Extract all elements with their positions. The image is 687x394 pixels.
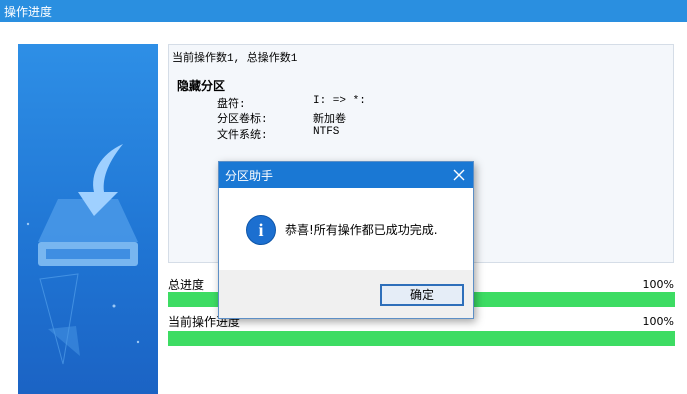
ok-button[interactable]: 确定 — [380, 284, 464, 306]
drive-letter-label: 盘符: — [217, 99, 246, 111]
current-progress-bar — [168, 331, 675, 346]
volume-label-value: 新加卷 — [313, 114, 346, 126]
dialog-title: 分区助手 — [225, 169, 274, 183]
window-titlebar: 操作进度 — [0, 0, 687, 22]
section-title: 隐藏分区 — [177, 79, 226, 93]
window-title: 操作进度 — [4, 5, 53, 19]
close-button[interactable] — [445, 162, 473, 188]
drive-letter-value: I: => *: — [313, 95, 366, 107]
file-system-value: NTFS — [313, 126, 340, 138]
total-progress-percent: 100% — [642, 278, 674, 291]
close-icon — [453, 169, 465, 181]
dialog-message: 恭喜!所有操作都已成功完成. — [285, 223, 438, 237]
current-progress-percent: 100% — [642, 315, 674, 328]
current-progress-fill — [168, 331, 675, 346]
dialog-footer: 确定 — [219, 270, 473, 318]
total-progress-label: 总进度 — [168, 278, 205, 292]
file-system-label: 文件系统: — [217, 130, 268, 142]
side-banner — [18, 44, 158, 394]
dialog-titlebar: 分区助手 — [219, 162, 473, 188]
operation-summary: 当前操作数1, 总操作数1 — [172, 53, 298, 65]
volume-label-label: 分区卷标: — [217, 114, 268, 126]
info-icon: i — [246, 215, 276, 245]
download-illustration — [26, 144, 140, 365]
completion-dialog: 分区助手 i 恭喜!所有操作都已成功完成. 确定 — [218, 161, 474, 319]
dialog-body: i 恭喜!所有操作都已成功完成. — [219, 188, 473, 270]
